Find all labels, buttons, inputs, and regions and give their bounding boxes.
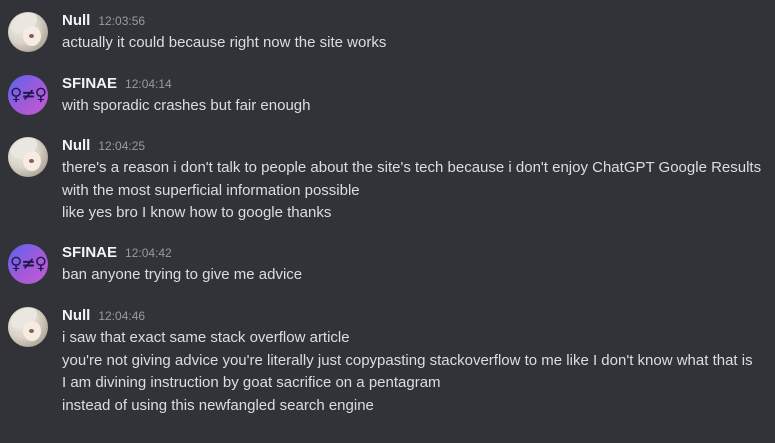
message-header: Null 12:03:56 <box>62 10 145 32</box>
timestamp[interactable]: 12:04:25 <box>98 139 145 153</box>
message-content: with sporadic crashes but fair enough <box>62 95 767 118</box>
message-header: SFINAE 12:04:14 <box>62 73 172 95</box>
message-content: i saw that exact same stack overflow art… <box>62 327 767 417</box>
message-line: with sporadic crashes but fair enough <box>62 97 311 114</box>
message-line: i saw that exact same stack overflow art… <box>62 329 350 346</box>
user-avatar[interactable] <box>8 12 48 52</box>
message-content: actually it could because right now the … <box>62 32 767 55</box>
username[interactable]: Null <box>62 12 90 29</box>
message-line: actually it could because right now the … <box>62 34 387 51</box>
user-avatar[interactable]: ♀≠♀ <box>8 244 48 284</box>
timestamp[interactable]: 12:04:14 <box>125 77 172 91</box>
username[interactable]: Null <box>62 307 90 324</box>
timestamp[interactable]: 12:04:46 <box>98 309 145 323</box>
timestamp[interactable]: 12:04:42 <box>125 246 172 260</box>
message-header: SFINAE 12:04:42 <box>62 242 172 264</box>
avatar-eye <box>29 34 34 38</box>
message-line: like yes bro I know how to google thanks <box>62 204 332 221</box>
avatar-eye <box>29 159 34 163</box>
message-line: I am divining instruction by goat sacrif… <box>62 374 441 391</box>
user-avatar[interactable] <box>8 307 48 347</box>
username[interactable]: Null <box>62 137 90 154</box>
timestamp[interactable]: 12:03:56 <box>98 14 145 28</box>
message-list: Null 12:03:56 actually it could because r… <box>0 0 775 443</box>
message-line: there's a reason i don't talk to people … <box>62 159 762 199</box>
username[interactable]: SFINAE <box>62 75 117 92</box>
user-avatar[interactable]: ♀≠♀ <box>8 75 48 115</box>
message-line: ban anyone trying to give me advice <box>62 266 303 283</box>
gender-symbols-icon: ♀≠♀ <box>9 85 47 105</box>
message-content: there's a reason i don't talk to people … <box>62 157 767 225</box>
avatar-eye <box>29 329 34 333</box>
message-content: ban anyone trying to give me advice <box>62 264 767 287</box>
message-line: you're not giving advice you're literall… <box>62 351 753 369</box>
gender-symbols-icon: ♀≠♀ <box>9 254 47 274</box>
message-line: instead of using this newfangled search … <box>62 396 374 414</box>
username[interactable]: SFINAE <box>62 244 117 261</box>
message-header: Null 12:04:46 <box>62 305 145 327</box>
user-avatar[interactable] <box>8 137 48 177</box>
message-header: Null 12:04:25 <box>62 135 145 157</box>
